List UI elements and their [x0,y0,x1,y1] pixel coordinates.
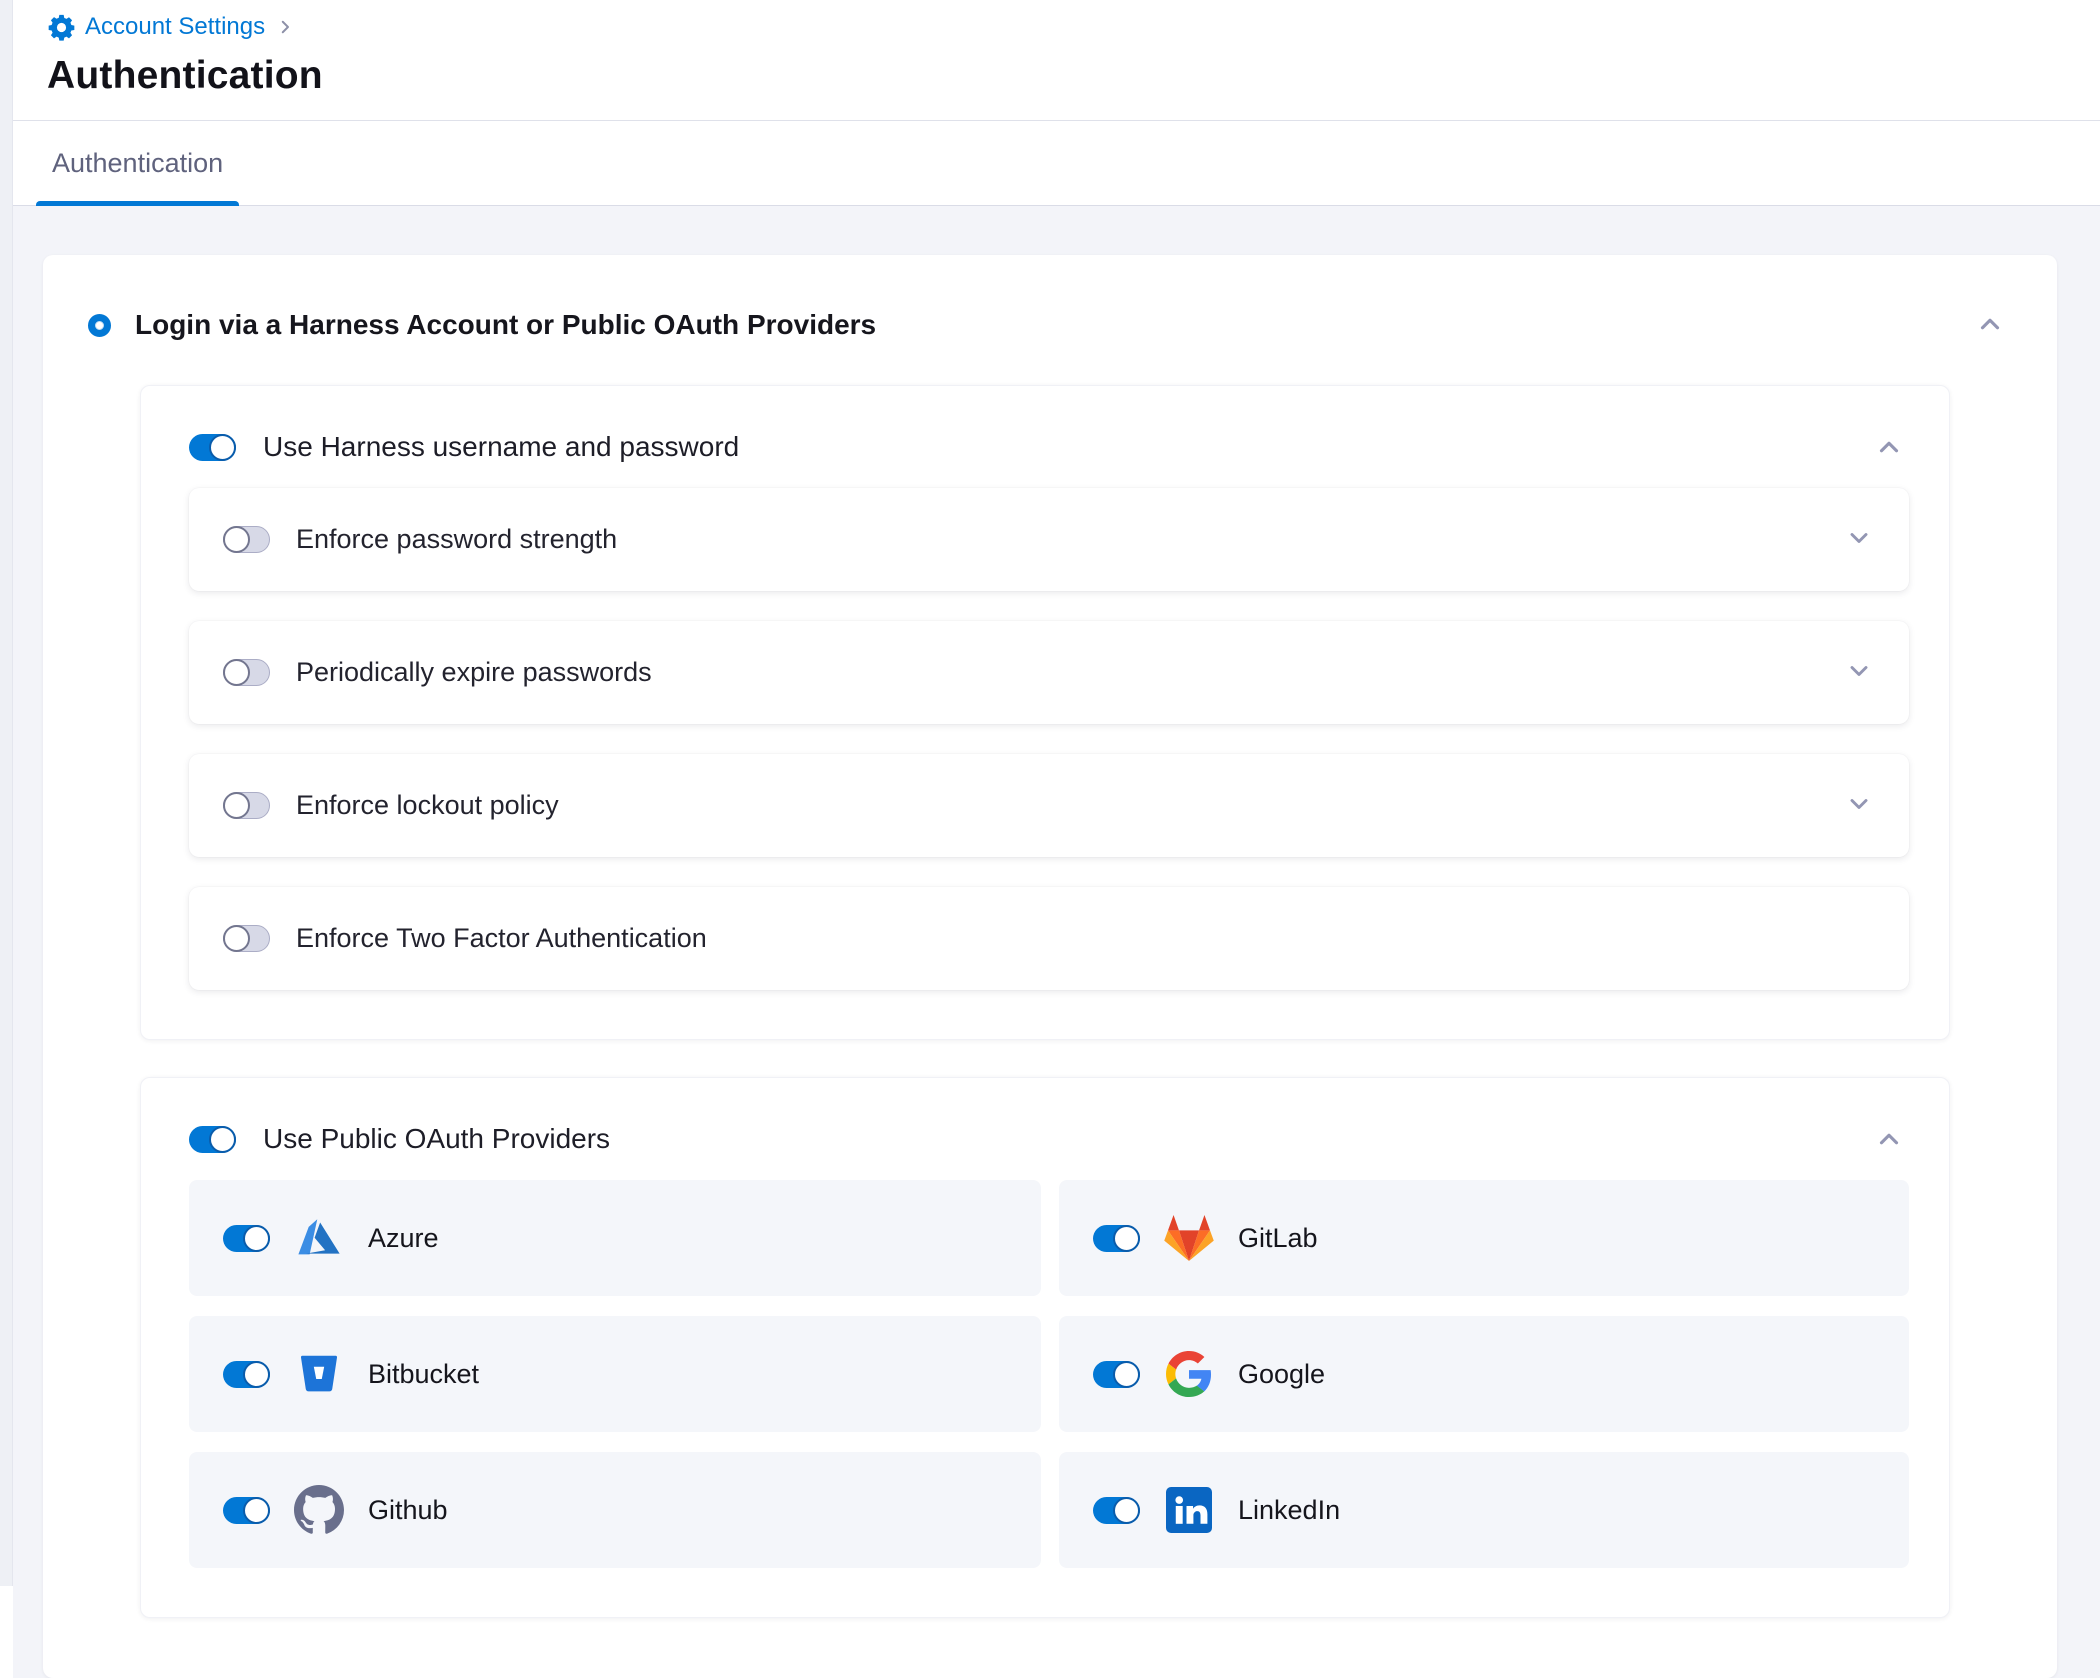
login-method-title: Login via a Harness Account or Public OA… [135,309,876,341]
left-gutter [0,0,13,1586]
toggle-knob [223,659,250,686]
login-methods-card: Login via a Harness Account or Public OA… [43,255,2057,1678]
use-public-oauth-providers-toggle[interactable] [189,1126,236,1153]
provider-label: Azure [368,1223,439,1254]
account-settings-gear-icon [47,13,76,42]
chevron-down-icon [1845,657,1873,685]
tab-authentication[interactable]: Authentication [36,121,239,206]
google-toggle[interactable] [1093,1361,1140,1388]
page-title: Authentication [47,54,2100,98]
option-label: Enforce Two Factor Authentication [296,923,707,954]
tab-bar: Authentication [13,120,2100,206]
chevron-up-icon [1975,309,2005,339]
oauth-panel-header: Use Public OAuth Providers [189,1119,1907,1159]
toggle-knob [243,1497,270,1524]
collapse-oauth-panel-button[interactable] [1874,1124,1904,1154]
chevron-up-icon [1874,432,1904,462]
bitbucket-toggle[interactable] [223,1361,270,1388]
active-tab-underline [36,201,239,206]
provider-tile-azure: Azure [189,1180,1041,1296]
option-enforce-password-strength: Enforce password strength [189,488,1909,591]
oauth-panel-title: Use Public OAuth Providers [263,1123,610,1155]
tab-authentication-label: Authentication [52,148,223,179]
azure-toggle[interactable] [223,1225,270,1252]
option-periodically-expire-passwords: Periodically expire passwords [189,621,1909,724]
periodically-expire-passwords-toggle[interactable] [223,659,270,686]
collapse-harness-panel-button[interactable] [1874,432,1904,462]
provider-label: Github [368,1495,448,1526]
toggle-knob [243,1225,270,1252]
public-oauth-providers-panel: Use Public OAuth Providers [140,1077,1950,1618]
gitlab-icon [1162,1211,1216,1265]
login-method-header: Login via a Harness Account or Public OA… [88,305,2057,345]
bitbucket-icon [292,1347,346,1401]
enforce-two-factor-authentication-toggle[interactable] [223,925,270,952]
provider-tile-gitlab: GitLab [1059,1180,1909,1296]
provider-label: LinkedIn [1238,1495,1340,1526]
option-label: Enforce lockout policy [296,790,559,821]
breadcrumb-account-settings-link[interactable]: Account Settings [85,13,265,41]
toggle-knob [223,792,250,819]
github-toggle[interactable] [223,1497,270,1524]
option-label: Enforce password strength [296,524,617,555]
toggle-knob [1113,1361,1140,1388]
toggle-knob [1113,1497,1140,1524]
expand-option-button[interactable] [1845,524,1873,552]
toggle-knob [243,1361,270,1388]
gitlab-toggle[interactable] [1093,1225,1140,1252]
toggle-knob [223,925,250,952]
chevron-down-icon [1845,524,1873,552]
provider-label: Google [1238,1359,1325,1390]
option-label: Periodically expire passwords [296,657,652,688]
chevron-down-icon [1845,790,1873,818]
login-method-radio[interactable] [88,314,111,337]
enforce-lockout-policy-toggle[interactable] [223,792,270,819]
harness-username-password-toggle[interactable] [189,434,236,461]
provider-label: Bitbucket [368,1359,479,1390]
provider-tile-linkedin: LinkedIn [1059,1452,1909,1568]
google-icon [1162,1347,1216,1401]
harness-panel-header: Use Harness username and password [189,427,1907,467]
breadcrumb-chevron-right-icon [276,18,294,36]
page-header: Account Settings Authentication [13,0,2100,98]
provider-label: GitLab [1238,1223,1318,1254]
content-area: Login via a Harness Account or Public OA… [13,206,2100,1678]
expand-option-button[interactable] [1845,657,1873,685]
toggle-knob [209,434,236,461]
enforce-password-strength-toggle[interactable] [223,526,270,553]
option-enforce-two-factor-authentication: Enforce Two Factor Authentication [189,887,1909,990]
breadcrumb: Account Settings [47,10,2100,44]
expand-option-button[interactable] [1845,790,1873,818]
linkedin-toggle[interactable] [1093,1497,1140,1524]
toggle-knob [209,1126,236,1153]
azure-icon [292,1211,346,1265]
provider-tile-bitbucket: Bitbucket [189,1316,1041,1432]
chevron-up-icon [1874,1124,1904,1154]
toggle-knob [1113,1225,1140,1252]
provider-tile-github: Github [189,1452,1041,1568]
harness-username-password-panel: Use Harness username and password Enforc… [140,385,1950,1040]
oauth-provider-grid: Azure [189,1180,1907,1568]
toggle-knob [223,526,250,553]
harness-panel-title: Use Harness username and password [263,431,739,463]
authentication-settings-page: Account Settings Authentication Authenti… [13,0,2100,1586]
github-icon [292,1483,346,1537]
option-enforce-lockout-policy: Enforce lockout policy [189,754,1909,857]
provider-tile-google: Google [1059,1316,1909,1432]
collapse-card-button[interactable] [1975,309,2005,339]
linkedin-icon [1162,1483,1216,1537]
